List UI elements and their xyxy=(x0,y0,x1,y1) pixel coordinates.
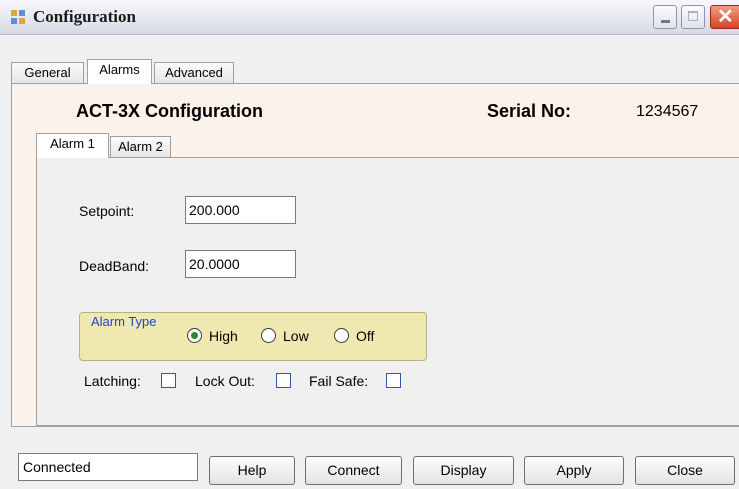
lockout-checkbox[interactable] xyxy=(276,373,291,388)
deadband-label: DeadBand: xyxy=(79,258,150,274)
radio-low[interactable] xyxy=(261,328,276,343)
alarm-type-group-title: Alarm Type xyxy=(89,314,159,329)
failsafe-label: Fail Safe: xyxy=(309,373,369,389)
latching-label: Latching: xyxy=(84,373,141,389)
tab-general[interactable]: General xyxy=(11,62,84,84)
tab-alarms[interactable]: Alarms xyxy=(87,59,152,84)
tab-alarm-2[interactable]: Alarm 2 xyxy=(110,136,171,158)
minimize-icon xyxy=(661,20,670,23)
apply-button[interactable]: Apply xyxy=(524,456,624,485)
device-title: ACT-3X Configuration xyxy=(76,101,263,121)
tab-alarm-1[interactable]: Alarm 1 xyxy=(36,133,109,158)
radio-off[interactable] xyxy=(334,328,349,343)
connect-button[interactable]: Connect xyxy=(305,456,402,485)
radio-selected-dot xyxy=(191,332,198,339)
latching-checkbox[interactable] xyxy=(161,373,176,388)
maximize-button[interactable] xyxy=(681,5,705,29)
radio-low-label[interactable]: Low xyxy=(283,328,309,344)
close-window-button[interactable]: ✕ xyxy=(710,5,739,29)
help-button[interactable]: Help xyxy=(209,456,295,485)
setpoint-field[interactable]: 200.000 xyxy=(185,196,296,224)
close-button[interactable]: Close xyxy=(635,456,735,485)
app-icon xyxy=(11,10,25,24)
failsafe-checkbox[interactable] xyxy=(386,373,401,388)
connection-status-field: Connected xyxy=(18,453,198,481)
title-bar[interactable]: Configuration ✕ xyxy=(0,0,739,35)
deadband-field[interactable]: 20.0000 xyxy=(185,250,296,278)
radio-high[interactable] xyxy=(187,328,202,343)
configuration-window: Configuration ✕ General Alarms Advanced … xyxy=(0,0,739,489)
maximize-icon xyxy=(688,11,698,21)
radio-off-label[interactable]: Off xyxy=(356,328,374,344)
serial-label: Serial No: xyxy=(487,101,572,121)
minimize-button[interactable] xyxy=(653,5,677,29)
close-icon: ✕ xyxy=(717,6,734,28)
lockout-label: Lock Out: xyxy=(195,373,255,389)
tab-advanced[interactable]: Advanced xyxy=(154,62,234,84)
serial-value: 1234567 xyxy=(636,103,699,120)
radio-high-label[interactable]: High xyxy=(209,328,238,344)
setpoint-label: Setpoint: xyxy=(79,203,135,219)
window-title: Configuration xyxy=(33,7,136,26)
display-button[interactable]: Display xyxy=(413,456,514,485)
